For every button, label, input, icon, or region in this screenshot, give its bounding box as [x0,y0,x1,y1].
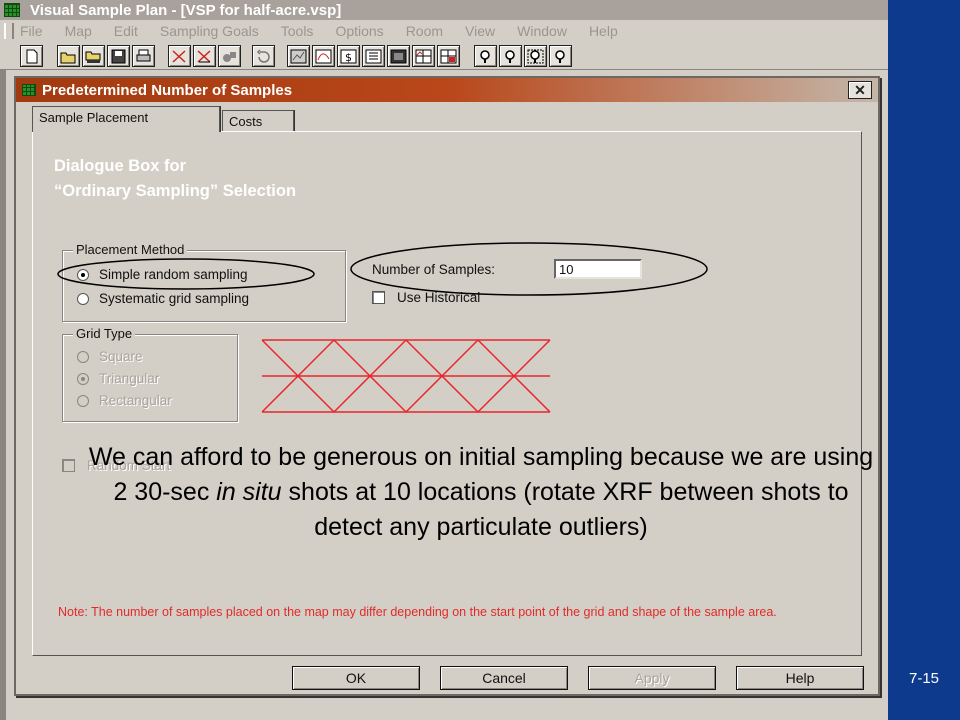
dialog-title: Predetermined Number of Samples [42,81,293,99]
dialog-titlebar[interactable]: Predetermined Number of Samples ✕ [16,78,878,102]
overlay-text-italic: in situ [216,478,282,506]
slide-number: 7-15 [908,670,940,687]
slide-side-band [888,0,960,720]
menu-sampling-goals[interactable]: Sampling Goals [160,23,259,39]
use-historical-label: Use Historical [397,290,481,305]
report-view-icon[interactable] [362,45,385,67]
grid-type-group: Grid Type Square Triangular Rectangular [62,326,238,422]
cancel-button[interactable]: Cancel [440,666,568,690]
placement-method-group: Placement Method Simple random sampling … [62,242,346,322]
overlay-text-part-2: shots at 10 locations (rotate XRF betwee… [281,478,849,541]
undo-icon[interactable] [252,45,275,67]
menu-view[interactable]: View [465,23,495,39]
checkbox[interactable] [372,291,385,304]
radio-label: Rectangular [99,393,172,408]
remove-sample-icon[interactable] [193,45,216,67]
toolbar: $ [0,42,888,70]
save-icon[interactable] [107,45,130,67]
zoom-extents-icon[interactable] [549,45,572,67]
svg-text:$: $ [345,51,352,64]
graph-view-icon[interactable] [312,45,335,67]
multi-view-icon[interactable] [412,45,435,67]
number-of-samples-label: Number of Samples: [372,262,496,277]
cost-view-icon[interactable]: $ [337,45,360,67]
annotation-line-2: “Ordinary Sampling” Selection [54,182,297,200]
menu-file[interactable]: File [20,23,43,39]
apply-button[interactable]: Apply [588,666,716,690]
use-historical-checkbox[interactable]: Use Historical [372,290,480,305]
radio-label: Square [99,349,143,364]
slide-annotation: Dialogue Box for “Ordinary Sampling” Sel… [54,154,296,204]
radio-button[interactable] [77,394,89,407]
app-titlebar[interactable]: Visual Sample Plan - [VSP for half-acre.… [0,0,888,20]
sample-tool-icon[interactable] [218,45,241,67]
menu-room[interactable]: Room [406,23,443,39]
placement-note: Note: The number of samples placed on th… [58,605,777,619]
menu-tools[interactable]: Tools [281,23,314,39]
radio-label: Simple random sampling [99,267,248,282]
tab-costs[interactable]: Costs [222,110,294,132]
annotation-line-1: Dialogue Box for [54,157,187,175]
print-icon[interactable] [132,45,155,67]
slide-overlay-text: We can afford to be generous on initial … [86,440,876,545]
radio-triangular[interactable]: Triangular [77,371,159,386]
radio-label: Systematic grid sampling [99,291,250,306]
zoom-out-icon[interactable] [499,45,522,67]
radio-square[interactable]: Square [77,349,143,364]
radio-button[interactable] [77,292,89,305]
grid-type-label: Grid Type [73,326,136,341]
menu-window[interactable]: Window [517,23,567,39]
predetermined-samples-dialog: Predetermined Number of Samples ✕ Sample… [14,76,880,696]
menu-options[interactable]: Options [335,23,383,39]
close-icon[interactable]: ✕ [848,81,872,99]
zoom-in-icon[interactable] [474,45,497,67]
radio-systematic-grid[interactable]: Systematic grid sampling [77,291,249,306]
tab-sample-placement[interactable]: Sample Placement [32,106,220,132]
dialog-grid-icon [22,84,36,96]
menu-bar: File Map Edit Sampling Goals Tools Optio… [0,20,888,42]
zoom-window-icon[interactable] [524,45,547,67]
open-map-icon[interactable] [82,45,105,67]
tile-view-icon[interactable] [437,45,460,67]
ok-button[interactable]: OK [292,666,420,690]
new-file-icon[interactable] [20,45,43,67]
app-grid-icon [4,3,20,17]
menu-edit[interactable]: Edit [114,23,138,39]
app-title: Visual Sample Plan - [VSP for half-acre.… [30,1,342,19]
number-of-samples-input[interactable] [554,259,642,279]
open-folder-icon[interactable] [57,45,80,67]
radio-button[interactable] [77,372,89,385]
map-view-icon[interactable] [287,45,310,67]
radio-label: Triangular [99,371,160,386]
menu-help[interactable]: Help [589,23,618,39]
radio-rectangular[interactable]: Rectangular [77,393,172,408]
add-sample-icon[interactable] [168,45,191,67]
triangular-grid-diagram [261,338,551,414]
radio-simple-random[interactable]: Simple random sampling [77,267,248,282]
radio-button[interactable] [77,350,89,363]
placement-method-label: Placement Method [73,242,188,257]
help-button[interactable]: Help [736,666,864,690]
coordinates-view-icon[interactable] [387,45,410,67]
menu-map[interactable]: Map [65,23,92,39]
radio-button[interactable] [77,268,89,281]
menubar-grip-icon [4,23,14,39]
application-window: Visual Sample Plan - [VSP for half-acre.… [0,0,888,720]
checkbox[interactable] [62,459,75,472]
